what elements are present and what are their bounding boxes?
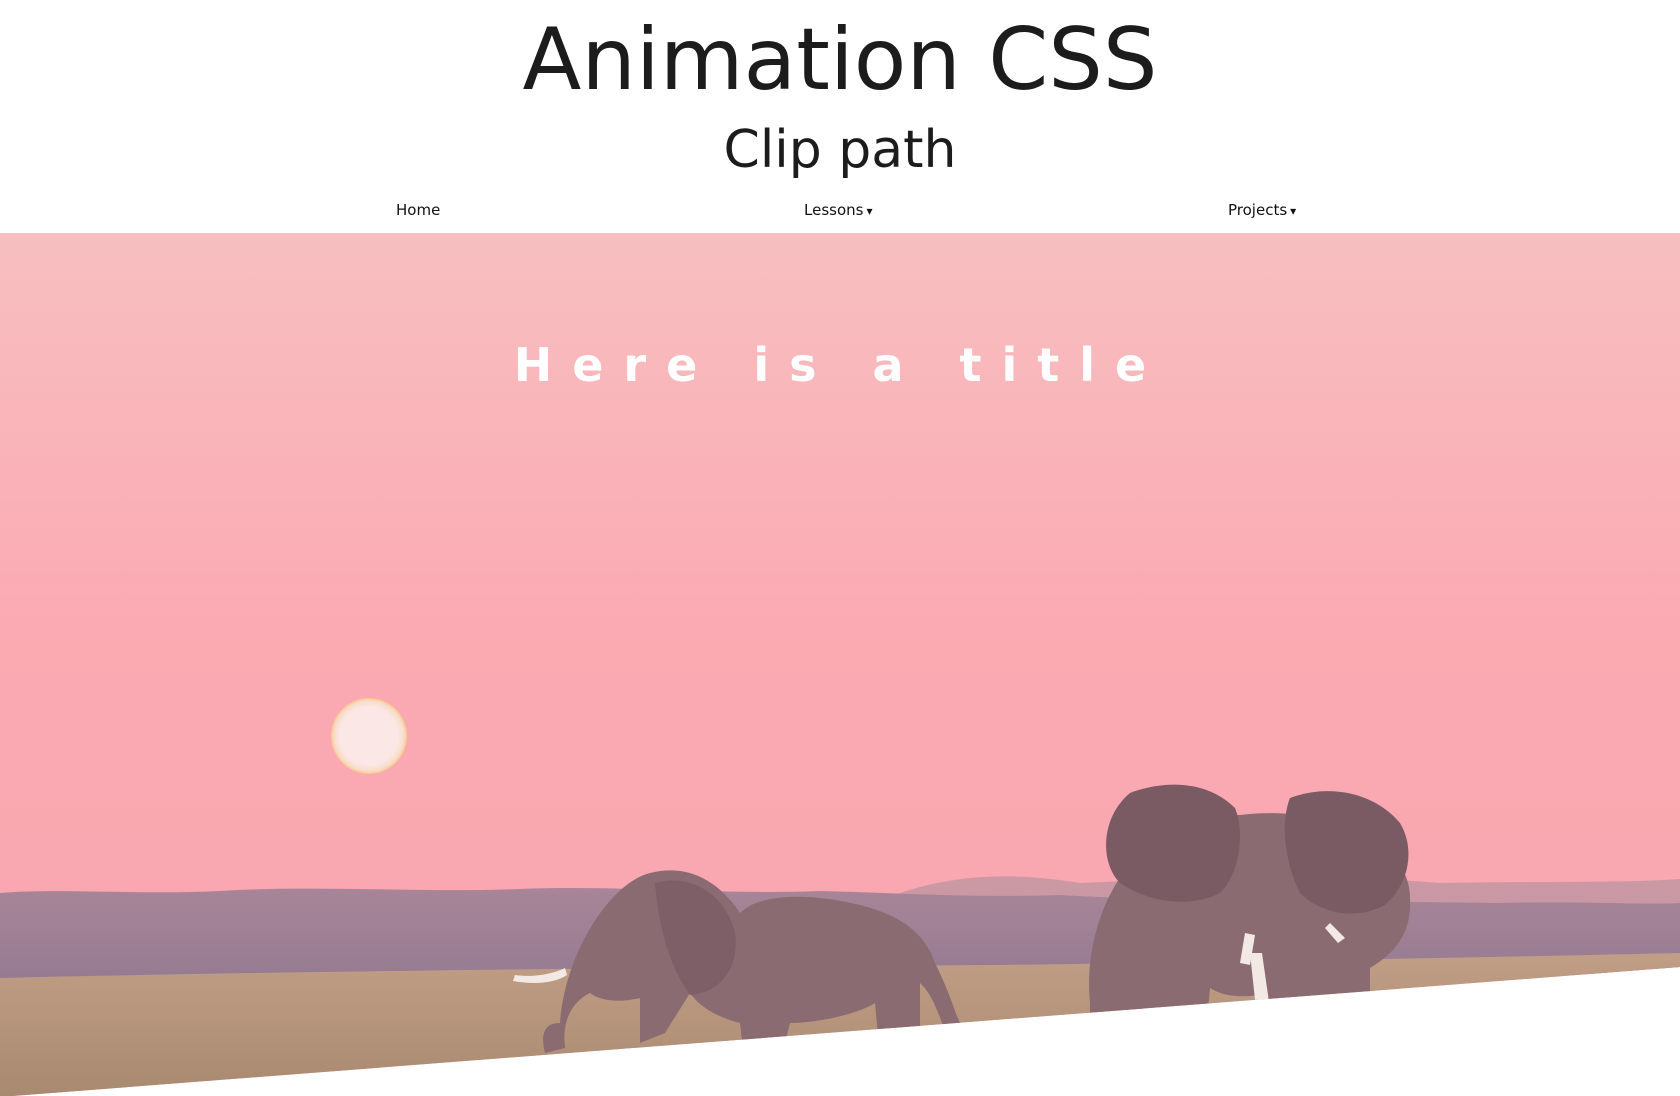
nav-lessons-dropdown[interactable]: Lessons ▾ xyxy=(804,196,872,224)
hero-title: Here is a title xyxy=(513,338,1167,392)
caret-down-icon: ▾ xyxy=(1290,204,1297,218)
nav-projects-label: Projects xyxy=(1228,201,1288,219)
sun xyxy=(331,698,407,774)
page: Animation CSS Clip path Home Lessons ▾ Pr… xyxy=(0,0,1680,1096)
hero-section: Here is a title xyxy=(0,233,1680,1096)
elephant-right xyxy=(1089,784,1411,1051)
site-header: Animation CSS Clip path Home Lessons ▾ Pr… xyxy=(0,0,1680,232)
nav-home-label: Home xyxy=(396,201,441,219)
nav-home-link[interactable]: Home xyxy=(396,196,440,224)
site-title: Animation CSS xyxy=(522,10,1158,110)
nav-lessons-label: Lessons xyxy=(804,201,864,219)
site-subtitle: Clip path xyxy=(723,120,957,180)
nav-projects-dropdown[interactable]: Projects ▾ xyxy=(1228,196,1296,224)
caret-down-icon: ▾ xyxy=(866,204,873,218)
main-nav: Home Lessons ▾ Projects ▾ xyxy=(0,196,1680,226)
